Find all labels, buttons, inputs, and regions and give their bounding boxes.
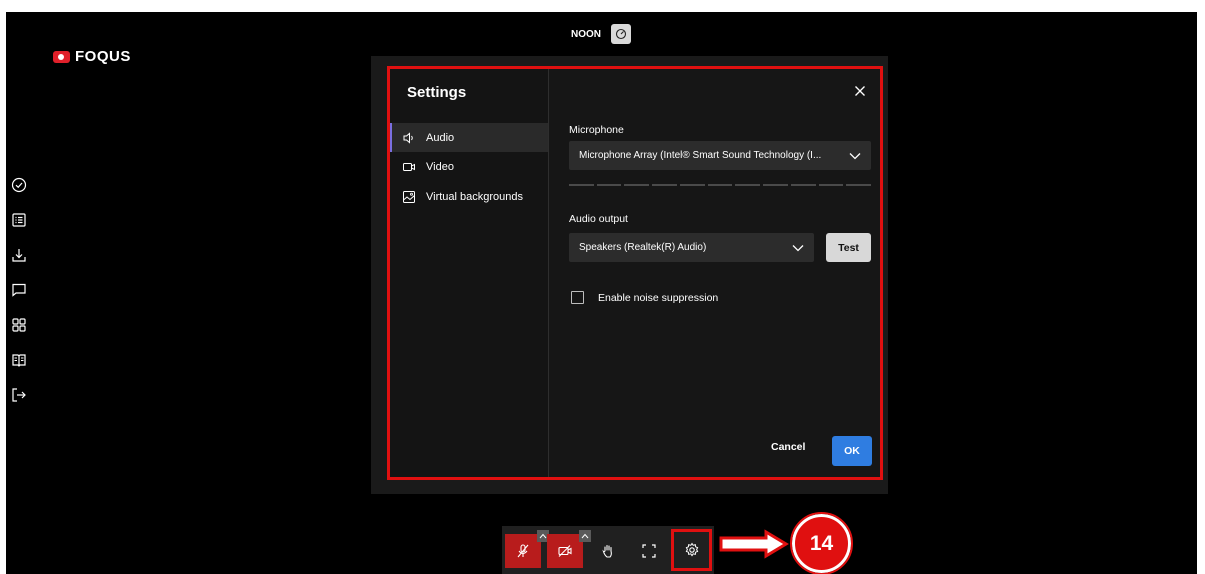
- nav-item-virtual-backgrounds[interactable]: Virtual backgrounds: [390, 182, 548, 211]
- audio-output-select[interactable]: Speakers (Realtek(R) Audio): [569, 233, 814, 262]
- settings-panel: Microphone Microphone Array (Intel® Smar…: [549, 69, 880, 477]
- audio-output-value: Speakers (Realtek(R) Audio): [579, 242, 707, 253]
- speed-gauge-button[interactable]: [611, 24, 631, 44]
- step-number-badge: 14: [790, 512, 853, 574]
- mic-off-icon: [517, 544, 529, 558]
- nav-label-audio: Audio: [426, 131, 455, 144]
- camera-off-icon: [558, 545, 572, 557]
- nav-item-video[interactable]: Video: [390, 152, 548, 181]
- nav-label-virtual-backgrounds: Virtual backgrounds: [426, 190, 524, 203]
- chevron-up-icon: [539, 533, 547, 539]
- noise-suppression-checkbox[interactable]: [571, 291, 584, 304]
- camera-off-button[interactable]: [547, 530, 591, 568]
- step-number: 14: [809, 531, 834, 555]
- chat-icon[interactable]: [9, 280, 29, 300]
- noise-suppression-label: Enable noise suppression: [598, 291, 719, 304]
- mic-level-meter: [569, 184, 872, 186]
- chevron-down-icon: [792, 244, 804, 251]
- audio-output-label: Audio output: [569, 213, 628, 225]
- microphone-label: Microphone: [569, 124, 624, 136]
- download-icon[interactable]: [9, 245, 29, 265]
- grid-icon[interactable]: [9, 315, 29, 335]
- nav-label-video: Video: [426, 160, 454, 173]
- noise-suppression-toggle[interactable]: Enable noise suppression: [571, 291, 718, 304]
- close-icon: [855, 86, 865, 96]
- sidebar: [9, 175, 29, 405]
- book-icon[interactable]: [9, 350, 29, 370]
- ok-button[interactable]: OK: [832, 436, 872, 466]
- microphone-select[interactable]: Microphone Array (Intel® Smart Sound Tec…: [569, 141, 871, 170]
- test-button[interactable]: Test: [826, 233, 871, 262]
- nav-item-audio[interactable]: Audio: [390, 123, 548, 152]
- settings-button[interactable]: [671, 529, 712, 571]
- cancel-button[interactable]: Cancel: [771, 441, 805, 453]
- top-bar: NOON: [571, 24, 631, 44]
- mute-mic-button[interactable]: [505, 530, 549, 568]
- gear-icon: [685, 542, 698, 557]
- gauge-icon: [615, 28, 627, 40]
- speaker-icon: [403, 131, 413, 144]
- settings-title: Settings: [407, 84, 467, 101]
- callout-arrow-icon: [719, 529, 789, 559]
- settings-dialog: Settings Audio Video Virtual backgrounds…: [387, 66, 883, 480]
- app-logo: FOQUS: [53, 48, 131, 65]
- session-label: NOON: [571, 28, 601, 40]
- chevron-down-icon: [849, 152, 861, 159]
- exit-icon[interactable]: [9, 385, 29, 405]
- hand-icon: [602, 544, 612, 558]
- close-button[interactable]: [852, 83, 868, 99]
- check-circle-icon[interactable]: [9, 175, 29, 195]
- list-icon[interactable]: [9, 210, 29, 230]
- video-icon: [403, 162, 415, 171]
- image-icon: [403, 190, 415, 203]
- chevron-up-icon: [581, 533, 589, 539]
- settings-nav: Settings Audio Video Virtual backgrounds: [390, 69, 549, 477]
- logo-text: FOQUS: [75, 48, 131, 65]
- raise-hand-button[interactable]: [590, 534, 626, 568]
- fullscreen-button[interactable]: [631, 534, 667, 568]
- microphone-value: Microphone Array (Intel® Smart Sound Tec…: [579, 150, 822, 161]
- fullscreen-icon: [642, 544, 656, 558]
- logo-mark-icon: [53, 50, 70, 63]
